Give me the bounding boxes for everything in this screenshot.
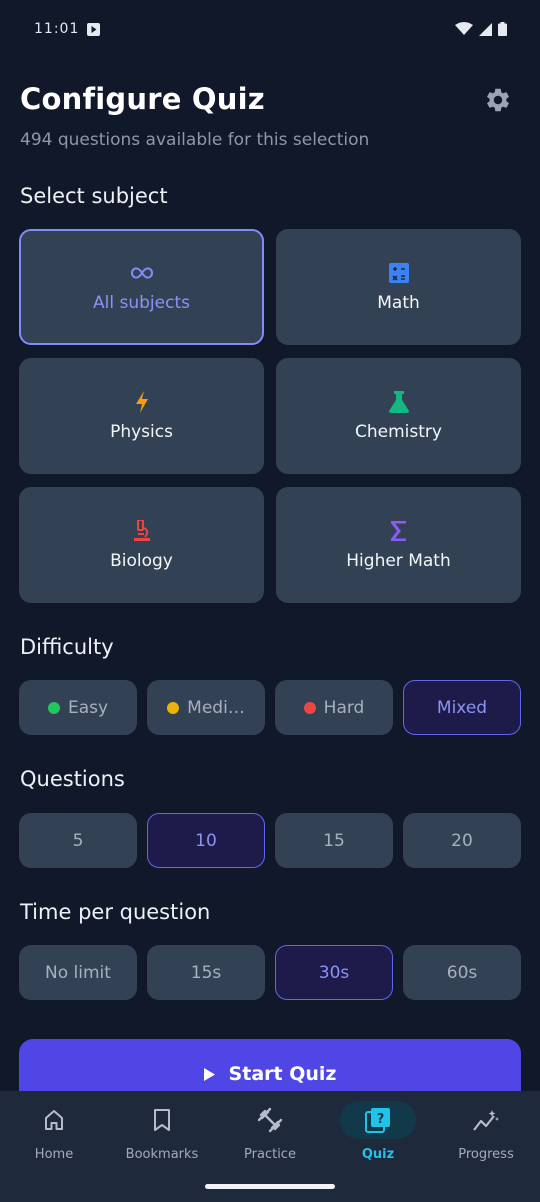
question-count-5-label: 5 (72, 830, 84, 851)
quiz-icon: ? (365, 1108, 390, 1133)
status-bar: 11:01 (0, 0, 540, 58)
difficulty-easy-chip[interactable]: Easy (19, 680, 137, 735)
nav-item-progress[interactable]: Progress (432, 1091, 540, 1202)
subject-grid: All subjects Math Physics Chemistry Biol… (19, 229, 521, 603)
nav-label-quiz: Quiz (361, 1147, 395, 1162)
difficulty-mixed-label: Mixed (436, 697, 488, 718)
subject-card-chemistry[interactable]: Chemistry (276, 358, 521, 474)
time-per-question-label: Time per question (20, 900, 211, 924)
microscope-icon (130, 519, 154, 543)
play-icon (203, 1067, 215, 1081)
wifi-icon (455, 22, 473, 35)
home-icon-wrap (16, 1101, 92, 1139)
lightning-icon (130, 390, 154, 414)
time-no-limit-label: No limit (45, 962, 111, 983)
subject-card-biology[interactable]: Biology (19, 487, 264, 603)
time-15s-chip[interactable]: 15s (147, 945, 265, 1000)
home-indicator[interactable] (205, 1184, 335, 1189)
question-count-10-label: 10 (195, 830, 217, 851)
time-30s-label: 30s (318, 962, 350, 983)
sigma-icon (387, 519, 411, 543)
question-count-20-chip[interactable]: 20 (403, 813, 521, 868)
difficulty-medium-label: Medi… (187, 697, 245, 718)
bookmark-icon (154, 1109, 170, 1131)
bookmark-icon-wrap (124, 1101, 200, 1139)
time-30s-chip[interactable]: 30s (275, 945, 393, 1000)
question-count-10-chip[interactable]: 10 (147, 813, 265, 868)
question-count-15-chip[interactable]: 15 (275, 813, 393, 868)
media-play-icon (87, 22, 101, 36)
status-time: 11:01 (34, 21, 80, 37)
questions-label: Questions (20, 767, 125, 791)
progress-icon-wrap (448, 1101, 524, 1139)
page-title: Configure Quiz (20, 82, 265, 116)
select-subject-label: Select subject (20, 184, 168, 208)
difficulty-options: Easy Medi… Hard Mixed (19, 680, 521, 735)
easy-dot-icon (47, 701, 60, 714)
header: Configure Quiz 494 questions available f… (20, 82, 520, 150)
infinity-icon (130, 261, 154, 285)
battery-icon (498, 22, 507, 36)
subject-card-all[interactable]: All subjects (19, 229, 264, 345)
signal-icon (479, 22, 492, 36)
home-icon (45, 1110, 63, 1130)
subject-card-higher-math[interactable]: Higher Math (276, 487, 521, 603)
question-count-5-chip[interactable]: 5 (19, 813, 137, 868)
question-count-options: 5 10 15 20 (19, 813, 521, 868)
difficulty-mixed-chip[interactable]: Mixed (403, 680, 521, 735)
svg-text:?: ? (377, 1112, 385, 1127)
subject-label-all: All subjects (93, 293, 190, 313)
nav-item-quiz[interactable]: ? Quiz (324, 1091, 432, 1202)
status-left: 11:01 (34, 21, 101, 37)
time-options: No limit 15s 30s 60s (19, 945, 521, 1000)
subject-label-higher-math: Higher Math (346, 551, 451, 571)
calculator-icon (387, 261, 411, 285)
question-count-15-label: 15 (323, 830, 345, 851)
time-60s-label: 60s (446, 962, 478, 983)
status-right (455, 22, 507, 36)
difficulty-label: Difficulty (20, 635, 114, 659)
hard-dot-icon (303, 701, 316, 714)
nav-label-progress: Progress (458, 1147, 514, 1162)
time-60s-chip[interactable]: 60s (403, 945, 521, 1000)
nav-label-bookmarks: Bookmarks (125, 1147, 199, 1162)
question-count-20-label: 20 (451, 830, 473, 851)
dumbbell-icon-wrap (232, 1101, 308, 1139)
medium-dot-icon (167, 701, 180, 714)
subject-label-physics: Physics (110, 422, 173, 442)
difficulty-easy-label: Easy (67, 697, 109, 718)
quiz-icon-wrap: ? (340, 1101, 416, 1139)
difficulty-medium-chip[interactable]: Medi… (147, 680, 265, 735)
subject-label-biology: Biology (110, 551, 173, 571)
flask-icon (387, 390, 411, 414)
subject-label-math: Math (377, 293, 420, 313)
nav-item-home[interactable]: Home (0, 1091, 108, 1202)
subject-label-chemistry: Chemistry (355, 422, 442, 442)
difficulty-hard-chip[interactable]: Hard (275, 680, 393, 735)
time-no-limit-chip[interactable]: No limit (19, 945, 137, 1000)
dumbbell-icon (257, 1107, 283, 1133)
progress-icon (473, 1110, 499, 1131)
difficulty-hard-label: Hard (323, 697, 365, 718)
questions-available-text: 494 questions available for this selecti… (20, 130, 370, 150)
nav-label-home: Home (34, 1147, 74, 1162)
nav-label-practice: Practice (244, 1147, 296, 1162)
start-quiz-label: Start Quiz (228, 1063, 337, 1085)
nav-item-bookmarks[interactable]: Bookmarks (108, 1091, 216, 1202)
time-15s-label: 15s (190, 962, 222, 983)
gear-icon[interactable] (484, 86, 512, 114)
subject-card-math[interactable]: Math (276, 229, 521, 345)
subject-card-physics[interactable]: Physics (19, 358, 264, 474)
